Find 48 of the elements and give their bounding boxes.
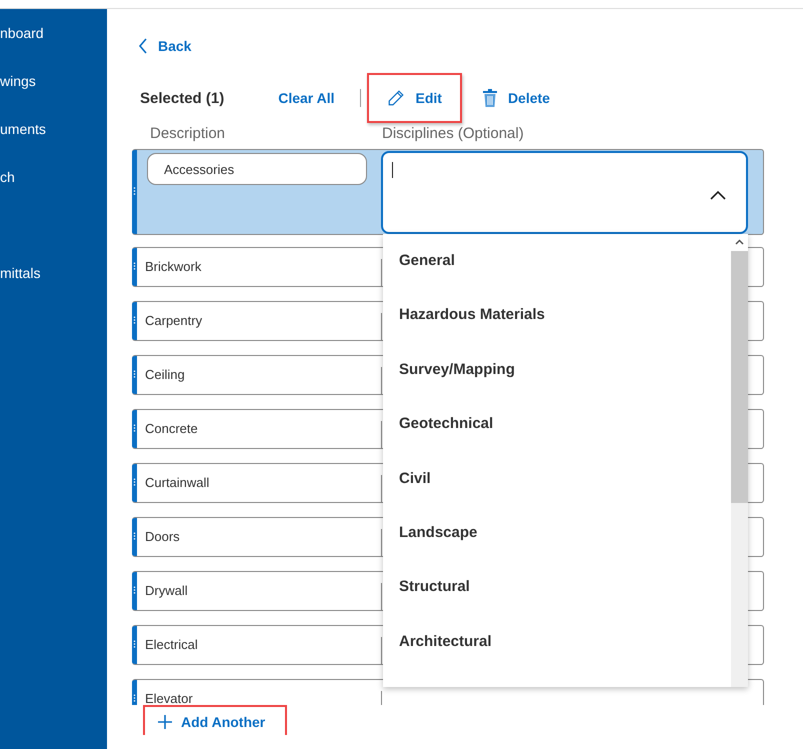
- edit-button[interactable]: Edit: [367, 73, 462, 123]
- drag-handle-icon[interactable]: [132, 572, 137, 610]
- dropdown-option[interactable]: Survey/Mapping: [383, 360, 731, 416]
- column-header: Description: [149, 125, 226, 144]
- selected-row[interactable]: Accessories: [132, 149, 764, 235]
- drag-handle-icon[interactable]: [132, 464, 137, 502]
- scrollbar[interactable]: [731, 234, 748, 687]
- drag-handle-icon[interactable]: [132, 248, 137, 286]
- selected-count: Selected (1): [140, 90, 224, 106]
- drag-handle-icon[interactable]: [132, 150, 137, 234]
- drag-handle-icon[interactable]: [132, 626, 137, 664]
- dropdown-option[interactable]: Civil: [383, 470, 731, 524]
- disciplines-combobox[interactable]: [381, 151, 748, 234]
- sidebar-item[interactable]: wings: [0, 73, 107, 121]
- pencil-icon: [387, 89, 406, 107]
- scroll-up-icon[interactable]: [731, 234, 748, 251]
- drag-handle-icon[interactable]: [132, 302, 137, 340]
- clear-all-button[interactable]: Clear All: [258, 73, 354, 123]
- drag-handle-icon[interactable]: [132, 356, 137, 394]
- description-text: Carpentry: [145, 313, 382, 340]
- add-another-button[interactable]: Add Another: [143, 705, 287, 735]
- description-text: Drywall: [145, 583, 382, 610]
- description-text: Concrete: [145, 421, 382, 448]
- description-text: Elevator: [145, 691, 382, 705]
- sidebar-item[interactable]: ch: [0, 169, 107, 217]
- dropdown-option[interactable]: Structural: [383, 578, 731, 633]
- description-text: Curtainwall: [145, 475, 382, 502]
- dropdown-option[interactable]: Landscape: [383, 524, 731, 578]
- sidebar-item[interactable]: mittals: [0, 265, 107, 313]
- plus-icon: [157, 714, 173, 730]
- column-header: Disciplines (Optional): [381, 125, 525, 144]
- description-field[interactable]: Accessories: [147, 153, 367, 185]
- trash-icon: [482, 89, 498, 107]
- description-text: Electrical: [145, 637, 382, 664]
- description-text: Brickwork: [145, 259, 382, 286]
- description-text: Ceiling: [145, 367, 382, 394]
- back-link[interactable]: Back: [138, 37, 192, 55]
- drag-handle-icon[interactable]: [132, 410, 137, 448]
- scroll-thumb[interactable]: [731, 251, 748, 503]
- dropdown-option[interactable]: Geotechnical: [383, 415, 731, 470]
- delete-button[interactable]: Delete: [462, 73, 570, 123]
- dropdown-option[interactable]: Hazardous Materials: [383, 306, 731, 361]
- dropdown-option[interactable]: General: [383, 252, 731, 306]
- sidebar-item[interactable]: uments: [0, 121, 107, 169]
- chevron-left-icon: [138, 38, 148, 54]
- description-text: Doors: [145, 529, 382, 556]
- drag-handle-icon[interactable]: [132, 518, 137, 556]
- sidebar-item[interactable]: nboard: [0, 25, 107, 73]
